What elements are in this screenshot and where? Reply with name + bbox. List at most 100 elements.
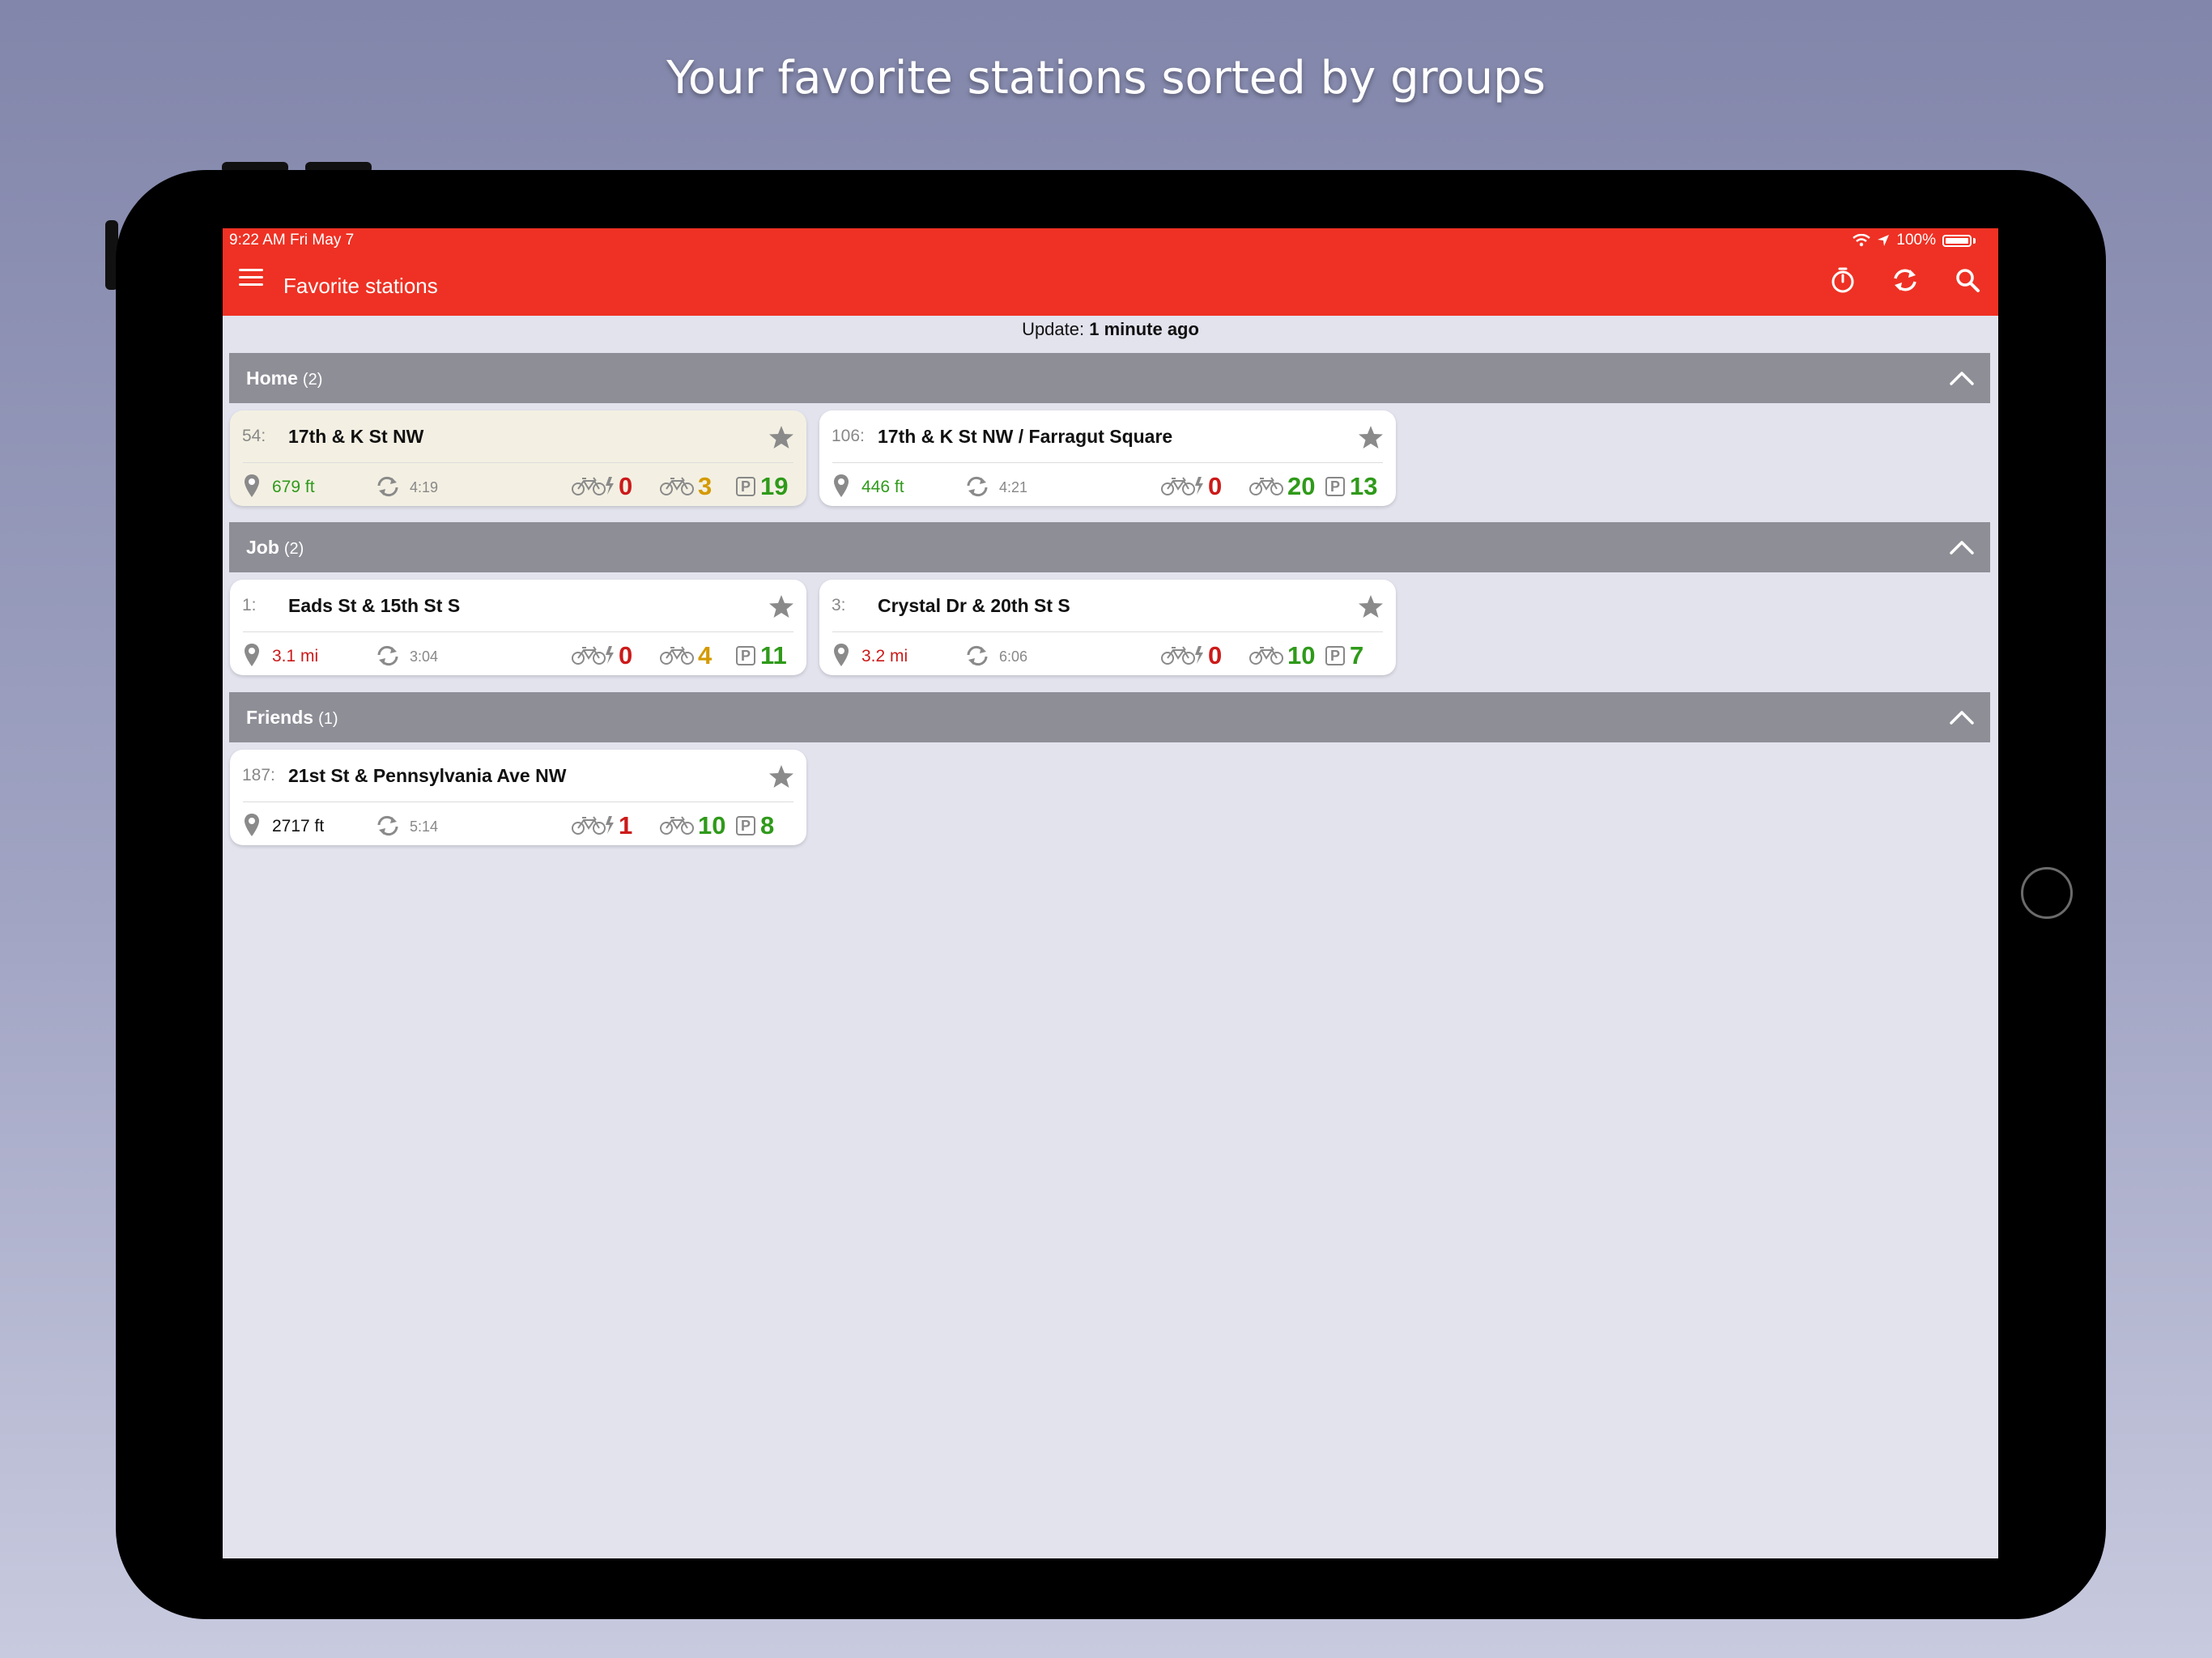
station-number: 106: xyxy=(832,427,865,445)
last-update-refresh-icon xyxy=(377,815,398,836)
station-name: 17th & K St NW / Farragut Square xyxy=(878,426,1173,447)
ebikes-available: 0 xyxy=(619,472,633,500)
refresh-icon[interactable] xyxy=(1891,266,1920,295)
bikes-available: 10 xyxy=(698,811,726,840)
last-update-time: 6:06 xyxy=(999,648,1028,665)
group-header-friends[interactable]: Friends (1) xyxy=(229,692,1990,742)
chevron-up-icon[interactable] xyxy=(1950,371,1974,385)
group-name: Job xyxy=(246,537,279,558)
station-name: 21st St & Pennsylvania Ave NW xyxy=(288,765,567,786)
station-card[interactable]: 54: 17th & K St NW 679 ft 4:19 0 3 P 19 xyxy=(230,410,806,506)
station-distance: 446 ft xyxy=(861,478,904,496)
wifi-icon xyxy=(1853,234,1871,247)
favorite-star-icon[interactable] xyxy=(1357,593,1385,620)
station-stats-row: 679 ft 4:19 0 3 P 19 xyxy=(230,470,806,500)
location-arrow-icon xyxy=(1878,235,1890,246)
ebikes-available: 0 xyxy=(619,641,633,670)
ebikes-available: 1 xyxy=(619,811,633,840)
location-pin-icon xyxy=(245,644,259,666)
ebike-icon xyxy=(572,646,614,665)
battery-nub xyxy=(1973,237,1976,244)
station-number: 1: xyxy=(242,596,257,614)
favorite-star-icon[interactable] xyxy=(768,423,795,451)
update-status: Update: 1 minute ago xyxy=(223,319,1998,340)
group-header-home[interactable]: Home (2) xyxy=(229,353,1990,403)
bike-icon xyxy=(660,477,694,495)
group-count: (2) xyxy=(283,540,304,558)
station-stats-row: 3.1 mi 3:04 0 4 P 11 xyxy=(230,640,806,670)
group-title: Home (2) xyxy=(246,368,322,389)
location-pin-icon xyxy=(834,644,849,666)
parking-dock-icon: P xyxy=(1325,477,1345,496)
favorite-star-icon[interactable] xyxy=(1357,423,1385,451)
last-update-refresh-icon xyxy=(967,645,988,666)
bike-icon xyxy=(660,646,694,665)
ebike-icon xyxy=(572,477,614,495)
battery-percent: 100% xyxy=(1896,232,1936,249)
group-title: Job (2) xyxy=(246,537,304,559)
location-pin-icon xyxy=(245,474,259,497)
bike-icon xyxy=(1249,477,1283,495)
bikes-available: 20 xyxy=(1287,472,1316,500)
status-indicators: 100% xyxy=(1853,232,1976,249)
promo-headline: Your favorite stations sorted by groups xyxy=(666,52,1546,104)
station-name: Crystal Dr & 20th St S xyxy=(878,595,1070,616)
card-divider xyxy=(243,631,793,632)
station-card[interactable]: 187: 21st St & Pennsylvania Ave NW 2717 ft… xyxy=(230,750,806,845)
station-stats-row: 2717 ft 5:14 1 10 P 8 xyxy=(230,810,806,840)
station-name: 17th & K St NW xyxy=(288,426,424,447)
docks-available: 19 xyxy=(760,472,789,500)
station-card[interactable]: 3: Crystal Dr & 20th St S 3.2 mi 6:06 0 10 P 7 xyxy=(819,580,1396,675)
hamburger-menu-icon[interactable] xyxy=(239,269,263,287)
location-pin-icon xyxy=(245,814,259,836)
battery-icon xyxy=(1942,234,1972,247)
bikes-available: 10 xyxy=(1287,641,1316,670)
chevron-up-icon[interactable] xyxy=(1950,540,1974,555)
update-value: 1 minute ago xyxy=(1089,319,1199,339)
bikes-available: 4 xyxy=(698,641,713,670)
station-card[interactable]: 1: Eads St & 15th St S 3.1 mi 3:04 0 4 P 11 xyxy=(230,580,806,675)
group-title: Friends (1) xyxy=(246,707,338,729)
group-name: Friends xyxy=(246,707,314,728)
station-stats-row: 446 ft 4:21 0 20 P 13 xyxy=(819,470,1396,500)
last-update-time: 5:14 xyxy=(410,818,439,835)
docks-available: 13 xyxy=(1350,472,1378,500)
favorite-star-icon[interactable] xyxy=(768,593,795,620)
home-button[interactable] xyxy=(2021,867,2073,919)
bike-icon xyxy=(660,816,694,835)
search-icon[interactable] xyxy=(1953,266,1982,295)
group-count: (1) xyxy=(318,710,338,728)
favorite-star-icon[interactable] xyxy=(768,763,795,790)
bikes-available: 3 xyxy=(698,472,713,500)
last-update-time: 4:21 xyxy=(999,479,1028,495)
card-divider xyxy=(832,462,1383,463)
ebike-icon xyxy=(1161,646,1203,665)
status-time: 9:22 AM Fri May 7 xyxy=(229,232,355,249)
page-title: Favorite stations xyxy=(283,274,438,298)
card-divider xyxy=(832,631,1383,632)
last-update-refresh-icon xyxy=(967,476,988,497)
station-name: Eads St & 15th St S xyxy=(288,595,461,616)
docks-available: 7 xyxy=(1350,641,1364,670)
card-divider xyxy=(243,801,793,802)
update-label: Update: xyxy=(1022,319,1085,339)
last-update-refresh-icon xyxy=(377,476,398,497)
ebikes-available: 0 xyxy=(1208,641,1223,670)
timer-icon[interactable] xyxy=(1828,266,1857,295)
ebikes-available: 0 xyxy=(1208,472,1223,500)
group-header-job[interactable]: Job (2) xyxy=(229,522,1990,572)
ebike-icon xyxy=(1161,477,1203,495)
docks-available: 8 xyxy=(760,811,775,840)
docks-available: 11 xyxy=(760,641,787,670)
chevron-up-icon[interactable] xyxy=(1950,710,1974,725)
last-update-refresh-icon xyxy=(377,645,398,666)
station-distance: 2717 ft xyxy=(272,817,325,835)
station-distance: 3.2 mi xyxy=(861,647,908,665)
group-name: Home xyxy=(246,368,298,389)
station-card[interactable]: 106: 17th & K St NW / Farragut Square 446 … xyxy=(819,410,1396,506)
app-screen: 9:22 AM Fri May 7 100% Favorite stations xyxy=(223,228,1998,1558)
last-update-time: 3:04 xyxy=(410,648,439,665)
station-distance: 679 ft xyxy=(272,478,315,496)
station-number: 54: xyxy=(242,427,266,445)
parking-dock-icon: P xyxy=(736,816,755,835)
